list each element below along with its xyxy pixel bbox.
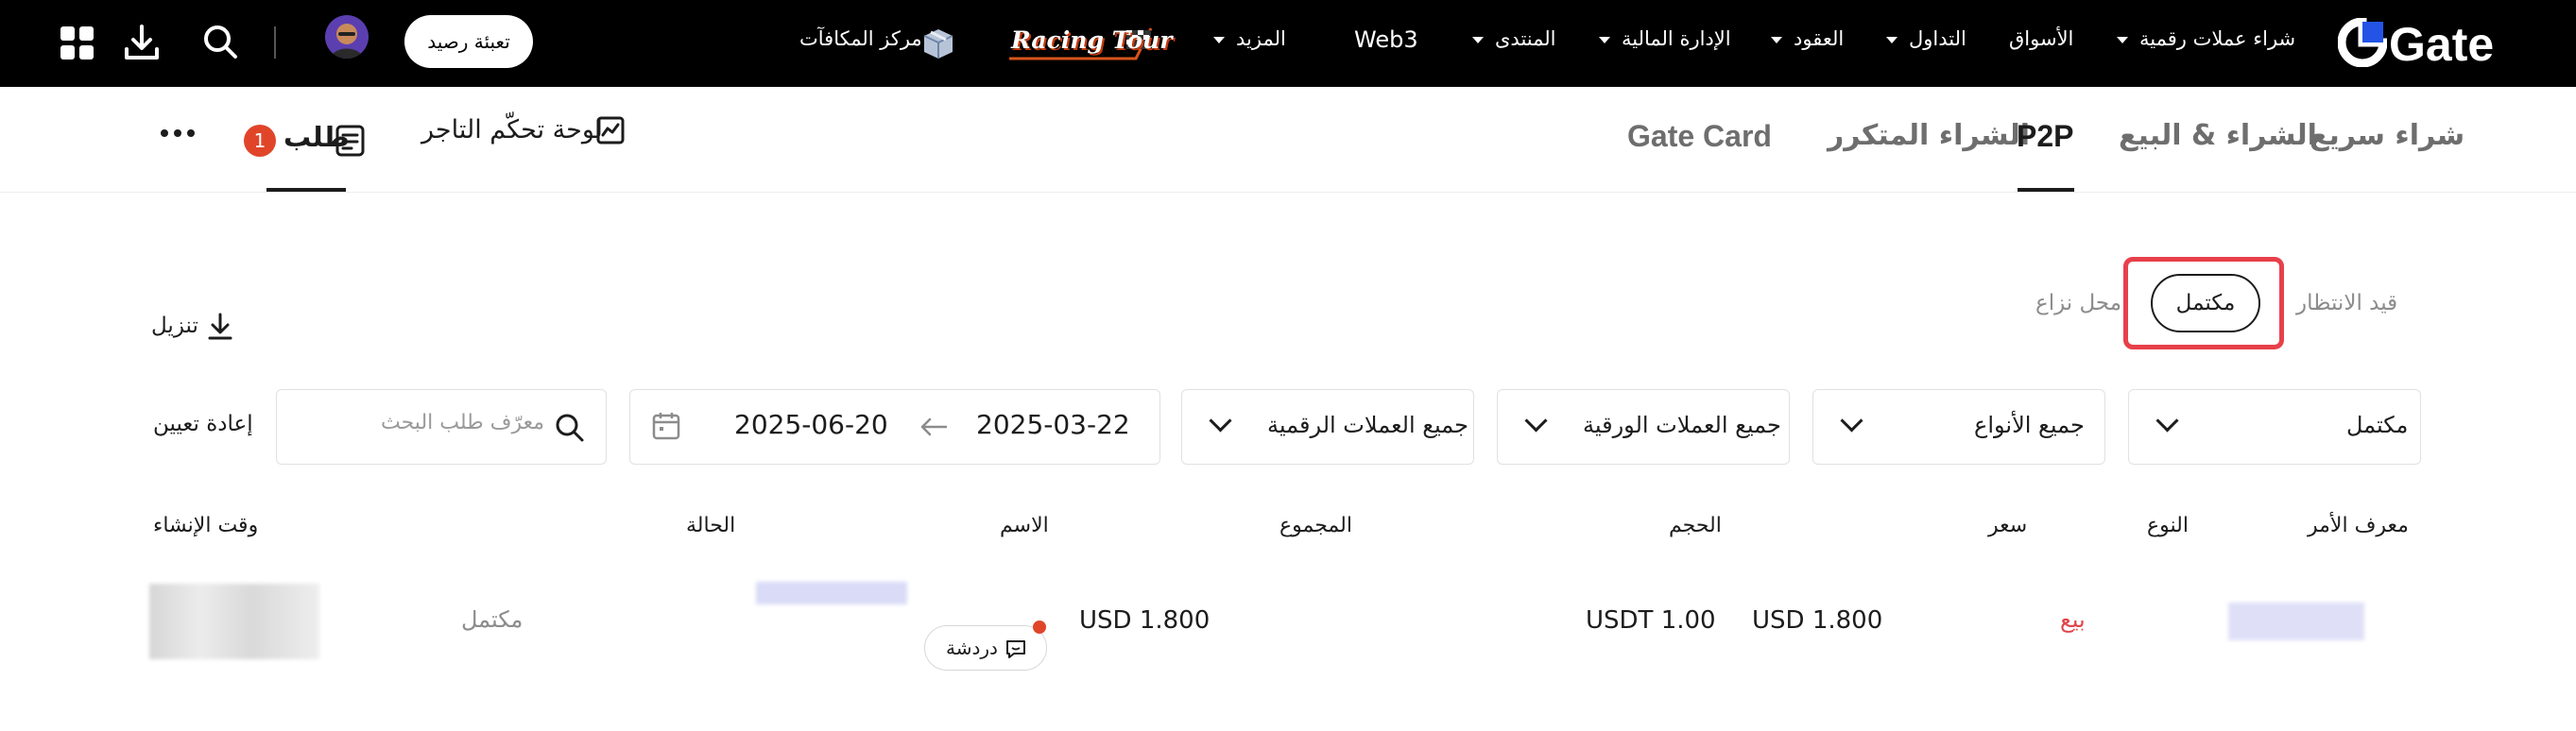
row-status: مكتمل <box>461 606 524 633</box>
type-select-value: جميع الأنواع <box>1974 412 2085 438</box>
col-order-id: معرف الأمر <box>2308 514 2409 537</box>
chevron-down-icon <box>1209 409 1232 433</box>
row-volume: USDT 1.00 <box>1586 606 1716 635</box>
search-placeholder: معرّف طلب البحث <box>381 411 544 434</box>
date-range-picker[interactable]: 2025-06-20 2025-03-22 <box>629 389 1160 465</box>
crypto-select-value: جميع العملات الرقمية <box>1267 412 1469 438</box>
crypto-select[interactable]: جميع العملات الرقمية <box>1181 389 1474 465</box>
status-tab-disputed[interactable]: محل نزاع <box>2035 291 2121 315</box>
gate-logo[interactable]: Gate <box>2338 15 2540 71</box>
chat-label: دردشة <box>946 637 998 659</box>
racing-tour-logo[interactable]: Racing Tour <box>1004 21 1172 64</box>
nav-futures[interactable]: العقود <box>1771 27 1844 50</box>
merchant-dashboard-link[interactable]: لوحة تحكّم التاجر <box>421 111 627 153</box>
tab-gate-card[interactable]: Gate Card <box>1627 119 1772 154</box>
chevron-down-icon <box>1886 36 1898 43</box>
gate-logo-text: Gate <box>2389 18 2495 71</box>
chevron-down-icon <box>1599 36 1610 43</box>
topup-button[interactable]: تعبئة رصيد <box>404 15 533 68</box>
row-price: USD 1.800 <box>1752 606 1883 635</box>
avatar[interactable] <box>325 15 369 59</box>
row-type: بيع <box>2060 606 2086 633</box>
chevron-down-icon <box>2117 36 2128 43</box>
apps-grid-icon[interactable] <box>59 25 96 62</box>
created-time-redacted <box>149 584 319 659</box>
gate-logo-mark <box>2338 18 2387 67</box>
chat-unread-dot <box>1033 620 1046 634</box>
download-icon <box>208 313 232 340</box>
gift-box-icon <box>923 29 953 59</box>
status-select-value: مكتمل <box>2346 412 2409 438</box>
calendar-icon <box>652 413 680 440</box>
col-status: الحالة <box>686 514 736 537</box>
chat-icon <box>1006 640 1025 658</box>
order-list-icon <box>335 125 365 157</box>
more-options-icon[interactable] <box>159 125 197 137</box>
nav-trade[interactable]: التداول <box>1886 27 1966 50</box>
orders-tab[interactable]: 1 طلب <box>244 115 374 193</box>
chevron-down-icon <box>2155 409 2179 433</box>
chevron-down-icon <box>1524 409 1548 433</box>
fiat-select-value: جميع العملات الورقية <box>1583 412 1781 438</box>
nav-buy-crypto[interactable]: شراء عملات رقمية <box>2117 27 2295 50</box>
chat-button[interactable]: دردشة <box>924 620 1047 671</box>
download-button[interactable]: تنزيل <box>151 312 242 344</box>
tab-p2p[interactable]: P2P <box>2017 119 2073 154</box>
search-input[interactable]: معرّف طلب البحث <box>276 389 607 465</box>
col-type: النوع <box>2147 514 2189 537</box>
col-total: المجموع <box>1279 514 1352 537</box>
col-price: سعر <box>1988 514 2028 537</box>
chevron-down-icon <box>1771 36 1782 43</box>
col-created-time: وقت الإنشاء <box>153 514 259 537</box>
rewards-center-label: مركز المكافآت <box>799 27 922 50</box>
arrow-left-icon <box>920 417 948 436</box>
status-select[interactable]: مكتمل <box>2128 389 2421 465</box>
row-total: USD 1.800 <box>1079 606 1211 635</box>
tab-buy-sell[interactable]: الشراء & البيع <box>2119 119 2317 152</box>
racing-tour-text: Racing Tour <box>1011 26 1173 54</box>
nav-web3[interactable]: Web3 <box>1354 26 1418 53</box>
chevron-down-icon <box>1840 409 1863 433</box>
tab-recurring-buy[interactable]: الشراء المتكرر <box>1828 119 2030 152</box>
date-start[interactable]: 2025-03-22 <box>976 409 1130 440</box>
merchant-dashboard-label: لوحة تحكّم التاجر <box>421 115 604 144</box>
col-name: الاسم <box>1000 514 1049 537</box>
date-end[interactable]: 2025-06-20 <box>734 409 888 440</box>
reset-button[interactable]: إعادة تعيين <box>153 412 253 436</box>
status-tab-completed[interactable]: مكتمل <box>2151 274 2260 332</box>
download-label: تنزيل <box>151 314 198 338</box>
download-app-icon[interactable] <box>123 23 161 62</box>
nav-forum[interactable]: المنتدى <box>1472 27 1556 50</box>
top-nav: تعبئة رصيد مركز المكافآت Racing Tour الم… <box>0 0 2576 87</box>
nav-more[interactable]: المزيد <box>1213 27 1286 50</box>
order-id-redacted[interactable] <box>2228 603 2364 640</box>
chevron-down-icon <box>1472 36 1484 43</box>
search-icon <box>556 414 584 442</box>
status-tab-pending[interactable]: قيد الانتظار <box>2296 291 2397 315</box>
table-row[interactable]: مكتمل دردشة USD 1.800 USDT 1.00 USD 1.80… <box>142 567 2429 680</box>
fiat-select[interactable]: جميع العملات الورقية <box>1497 389 1790 465</box>
chart-icon <box>596 116 625 144</box>
nav-divider <box>274 26 276 59</box>
col-volume: الحجم <box>1669 514 1722 537</box>
nav-finance[interactable]: الإدارة المالية <box>1599 27 1731 50</box>
chevron-down-icon <box>1213 36 1225 43</box>
nav-markets[interactable]: الأسواق <box>2009 27 2073 50</box>
orders-badge: 1 <box>244 125 276 157</box>
name-redacted[interactable] <box>756 582 907 604</box>
rewards-center-link[interactable]: مركز المكافآت <box>799 21 956 64</box>
tab-quick-buy[interactable]: شراء سريع <box>2310 119 2464 152</box>
type-select[interactable]: جميع الأنواع <box>1812 389 2105 465</box>
search-icon[interactable] <box>201 23 239 60</box>
subnav-divider <box>0 192 2576 193</box>
